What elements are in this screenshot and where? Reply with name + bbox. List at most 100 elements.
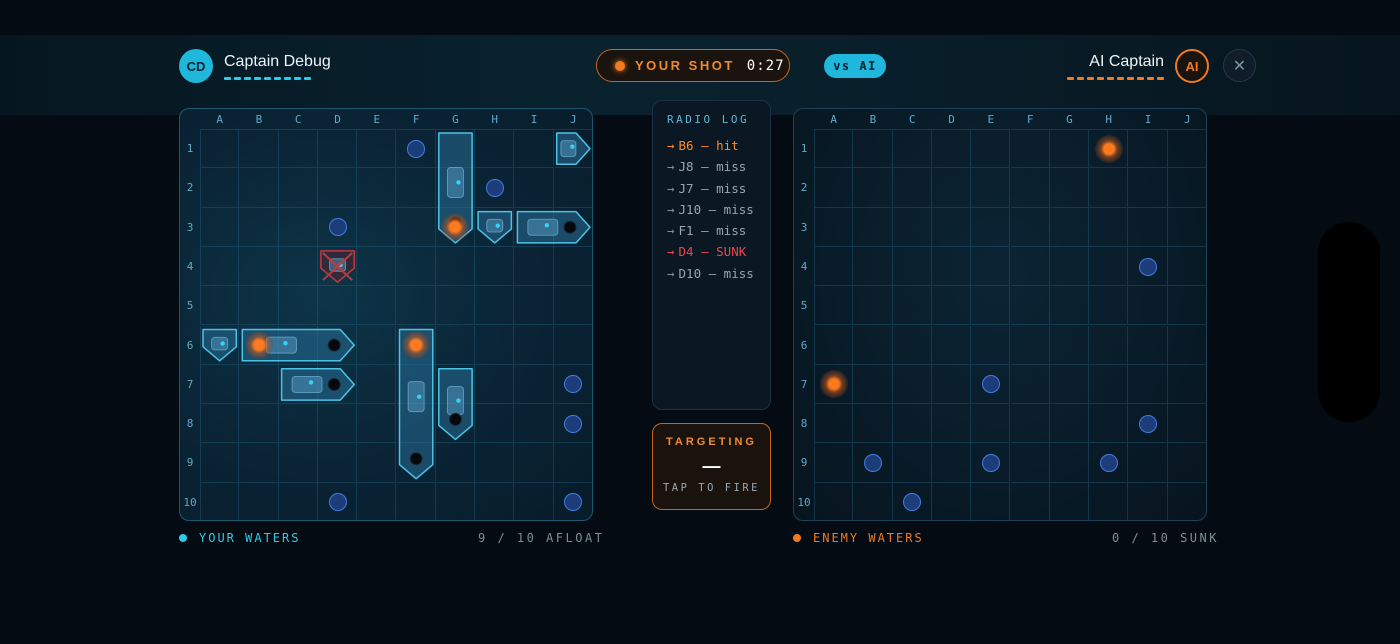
enemy-cell-E6[interactable]: [971, 325, 1011, 365]
enemy-cell-A5[interactable]: [814, 286, 854, 326]
enemy-cell-D7[interactable]: [931, 364, 972, 405]
enemy-cell-D5[interactable]: [931, 286, 972, 326]
enemy-cell-I2[interactable]: [1128, 168, 1168, 208]
enemy-cell-G4[interactable]: [1049, 246, 1090, 287]
enemy-cell-E3[interactable]: [971, 207, 1011, 247]
enemy-cell-C4[interactable]: [892, 246, 932, 287]
enemy-cell-F4[interactable]: [1010, 246, 1050, 287]
enemy-cell-J2[interactable]: [1167, 168, 1206, 208]
enemy-cell-B8[interactable]: [853, 404, 893, 444]
enemy-cell-E5[interactable]: [971, 286, 1011, 326]
enemy-cell-D2[interactable]: [931, 168, 972, 208]
enemy-cell-J8[interactable]: [1167, 404, 1206, 444]
enemy-cell-F1[interactable]: [1010, 129, 1050, 169]
enemy-cell-A8[interactable]: [814, 404, 854, 444]
fire-button[interactable]: TARGETING — TAP TO FIRE: [652, 423, 771, 510]
enemy-cell-C7[interactable]: [892, 364, 932, 405]
arrow-icon: →: [667, 138, 675, 153]
enemy-cell-F7[interactable]: [1010, 364, 1050, 405]
enemy-cell-F6[interactable]: [1010, 325, 1050, 365]
enemy-cell-D10[interactable]: [932, 482, 972, 520]
enemy-cell-H10[interactable]: [1089, 482, 1129, 520]
enemy-cell-J5[interactable]: [1167, 286, 1206, 326]
enemy-cell-B5[interactable]: [853, 286, 893, 326]
enemy-cell-H4[interactable]: [1089, 246, 1129, 287]
your-cell-H9: [475, 443, 515, 483]
enemy-cell-G2[interactable]: [1049, 168, 1090, 208]
enemy-cell-I7[interactable]: [1128, 364, 1168, 405]
enemy-cell-A3[interactable]: [814, 207, 854, 247]
your-cell-I6: [514, 325, 554, 365]
enemy-cell-B10[interactable]: [853, 482, 893, 520]
enemy-cell-G10[interactable]: [1050, 482, 1090, 520]
enemy-cell-D9[interactable]: [931, 443, 972, 483]
enemy-cell-G5[interactable]: [1049, 286, 1090, 326]
enemy-cell-G6[interactable]: [1049, 325, 1090, 365]
your-cell-I4: [514, 246, 554, 287]
enemy-cell-H3[interactable]: [1089, 207, 1129, 247]
row-label: 1: [186, 142, 194, 155]
enemy-cell-D6[interactable]: [931, 325, 972, 365]
enemy-cell-G3[interactable]: [1049, 207, 1090, 247]
enemy-cell-F2[interactable]: [1010, 168, 1050, 208]
enemy-cell-I9[interactable]: [1128, 443, 1168, 483]
enemy-cell-E10[interactable]: [971, 482, 1011, 520]
enemy-cell-H7[interactable]: [1089, 364, 1129, 405]
enemy-cell-J3[interactable]: [1167, 207, 1206, 247]
enemy-cell-J9[interactable]: [1167, 443, 1206, 483]
enemy-cell-B1[interactable]: [853, 129, 893, 169]
enemy-cell-F3[interactable]: [1010, 207, 1050, 247]
enemy-cell-G7[interactable]: [1049, 364, 1090, 405]
enemy-cell-D4[interactable]: [931, 246, 972, 287]
enemy-cell-H2[interactable]: [1089, 168, 1129, 208]
enemy-cell-F5[interactable]: [1010, 286, 1050, 326]
enemy-cell-A9[interactable]: [814, 443, 854, 483]
enemy-cell-A4[interactable]: [814, 246, 854, 287]
enemy-cell-I6[interactable]: [1128, 325, 1168, 365]
enemy-cell-J1[interactable]: [1167, 129, 1206, 169]
enemy-cell-E8[interactable]: [971, 404, 1011, 444]
enemy-cell-J4[interactable]: [1167, 246, 1206, 287]
enemy-cell-I10[interactable]: [1128, 482, 1168, 520]
enemy-cell-B3[interactable]: [853, 207, 893, 247]
enemy-cell-C2[interactable]: [892, 168, 932, 208]
enemy-cell-A1[interactable]: [814, 129, 854, 169]
enemy-cell-C6[interactable]: [892, 325, 932, 365]
enemy-cell-I3[interactable]: [1128, 207, 1168, 247]
enemy-cell-B6[interactable]: [853, 325, 893, 365]
enemy-cell-H5[interactable]: [1089, 286, 1129, 326]
enemy-cell-F9[interactable]: [1010, 443, 1050, 483]
enemy-cell-J7[interactable]: [1167, 364, 1206, 405]
enemy-cell-B4[interactable]: [853, 246, 893, 287]
enemy-cell-A10[interactable]: [814, 482, 854, 520]
enemy-cell-C3[interactable]: [892, 207, 932, 247]
enemy-cell-G1[interactable]: [1049, 129, 1090, 169]
enemy-cell-I1[interactable]: [1128, 129, 1168, 169]
radio-log-title: RADIO LOG: [667, 113, 750, 126]
enemy-cell-A2[interactable]: [814, 168, 854, 208]
enemy-cell-E2[interactable]: [971, 168, 1011, 208]
enemy-cell-G9[interactable]: [1049, 443, 1090, 483]
enemy-cell-I5[interactable]: [1128, 286, 1168, 326]
enemy-cell-J10[interactable]: [1168, 482, 1206, 520]
enemy-cell-J6[interactable]: [1167, 325, 1206, 365]
enemy-cell-C9[interactable]: [892, 443, 932, 483]
enemy-cell-H8[interactable]: [1089, 404, 1129, 444]
enemy-cell-H6[interactable]: [1089, 325, 1129, 365]
enemy-cell-E4[interactable]: [971, 246, 1011, 287]
enemy-cell-F8[interactable]: [1010, 404, 1050, 444]
enemy-cell-C8[interactable]: [892, 404, 932, 444]
enemy-cell-C5[interactable]: [892, 286, 932, 326]
enemy-cell-D1[interactable]: [931, 129, 972, 169]
enemy-cell-C1[interactable]: [892, 129, 932, 169]
enemy-cell-B2[interactable]: [853, 168, 893, 208]
enemy-cell-E1[interactable]: [971, 129, 1011, 169]
enemy-cell-G8[interactable]: [1049, 404, 1090, 444]
close-button[interactable]: ✕: [1223, 49, 1256, 82]
enemy-cell-F10[interactable]: [1011, 482, 1050, 520]
enemy-cell-D3[interactable]: [931, 207, 972, 247]
enemy-cell-B7[interactable]: [853, 364, 893, 405]
enemy-cell-D8[interactable]: [931, 404, 972, 444]
enemy-cell-A6[interactable]: [814, 325, 854, 365]
fleet-pip: [1157, 76, 1164, 80]
